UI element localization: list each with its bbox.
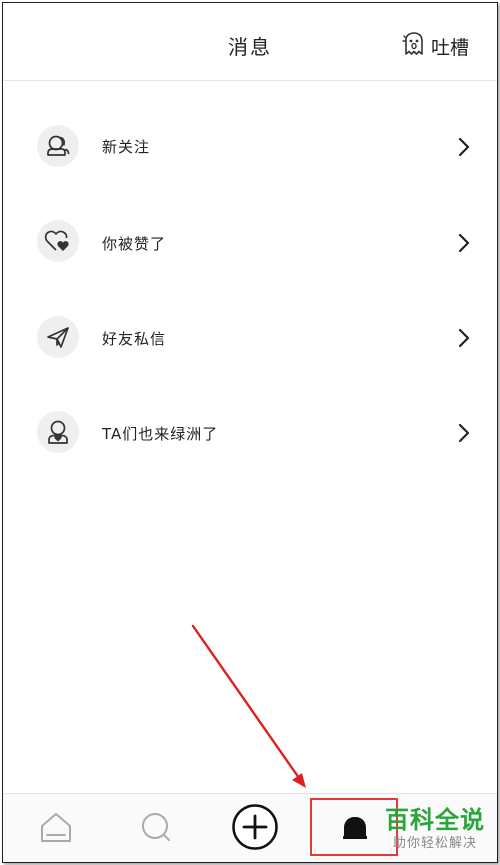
search-icon [139, 810, 173, 848]
watermark: 百科全说 助你轻松解决 [379, 808, 491, 850]
watermark-main: 百科全说 [385, 806, 485, 834]
chevron-right-icon [457, 327, 471, 353]
complain-label: 吐槽 [430, 37, 469, 59]
paper-plane-icon [37, 316, 79, 358]
plus-icon [231, 803, 279, 855]
person-heart-icon [37, 411, 79, 453]
list-item-ta-joined[interactable]: TA们也来绿洲了 [3, 385, 497, 480]
complain-button[interactable]: 吐槽 [400, 30, 469, 63]
watermark-sub: 助你轻松解决 [392, 836, 477, 851]
chevron-right-icon [457, 232, 471, 258]
list-item-label: 你被赞了 [102, 235, 167, 253]
list-item-new-follow[interactable]: 新关注 [3, 99, 497, 194]
tab-search[interactable] [121, 794, 191, 862]
ghost-icon [400, 30, 431, 63]
tab-create[interactable] [220, 794, 290, 862]
users-icon [37, 125, 79, 167]
list-item-label: TA们也来绿洲了 [102, 425, 219, 443]
app-frame: 消息 吐槽 新关注 你被赞了 好友私信 TA们也来绿洲了 百科全说 助你轻松解决 [2, 2, 498, 863]
list-item-liked[interactable]: 你被赞了 [3, 195, 497, 290]
heart-icon [37, 220, 79, 262]
list-item-private-messages[interactable]: 好友私信 [3, 290, 497, 385]
list-item-label: 新关注 [102, 138, 151, 156]
header: 消息 吐槽 [3, 3, 497, 81]
list-item-label: 好友私信 [102, 330, 167, 348]
tab-home[interactable] [21, 794, 91, 862]
chevron-right-icon [457, 136, 471, 162]
chevron-right-icon [457, 422, 471, 448]
home-icon [38, 810, 74, 848]
